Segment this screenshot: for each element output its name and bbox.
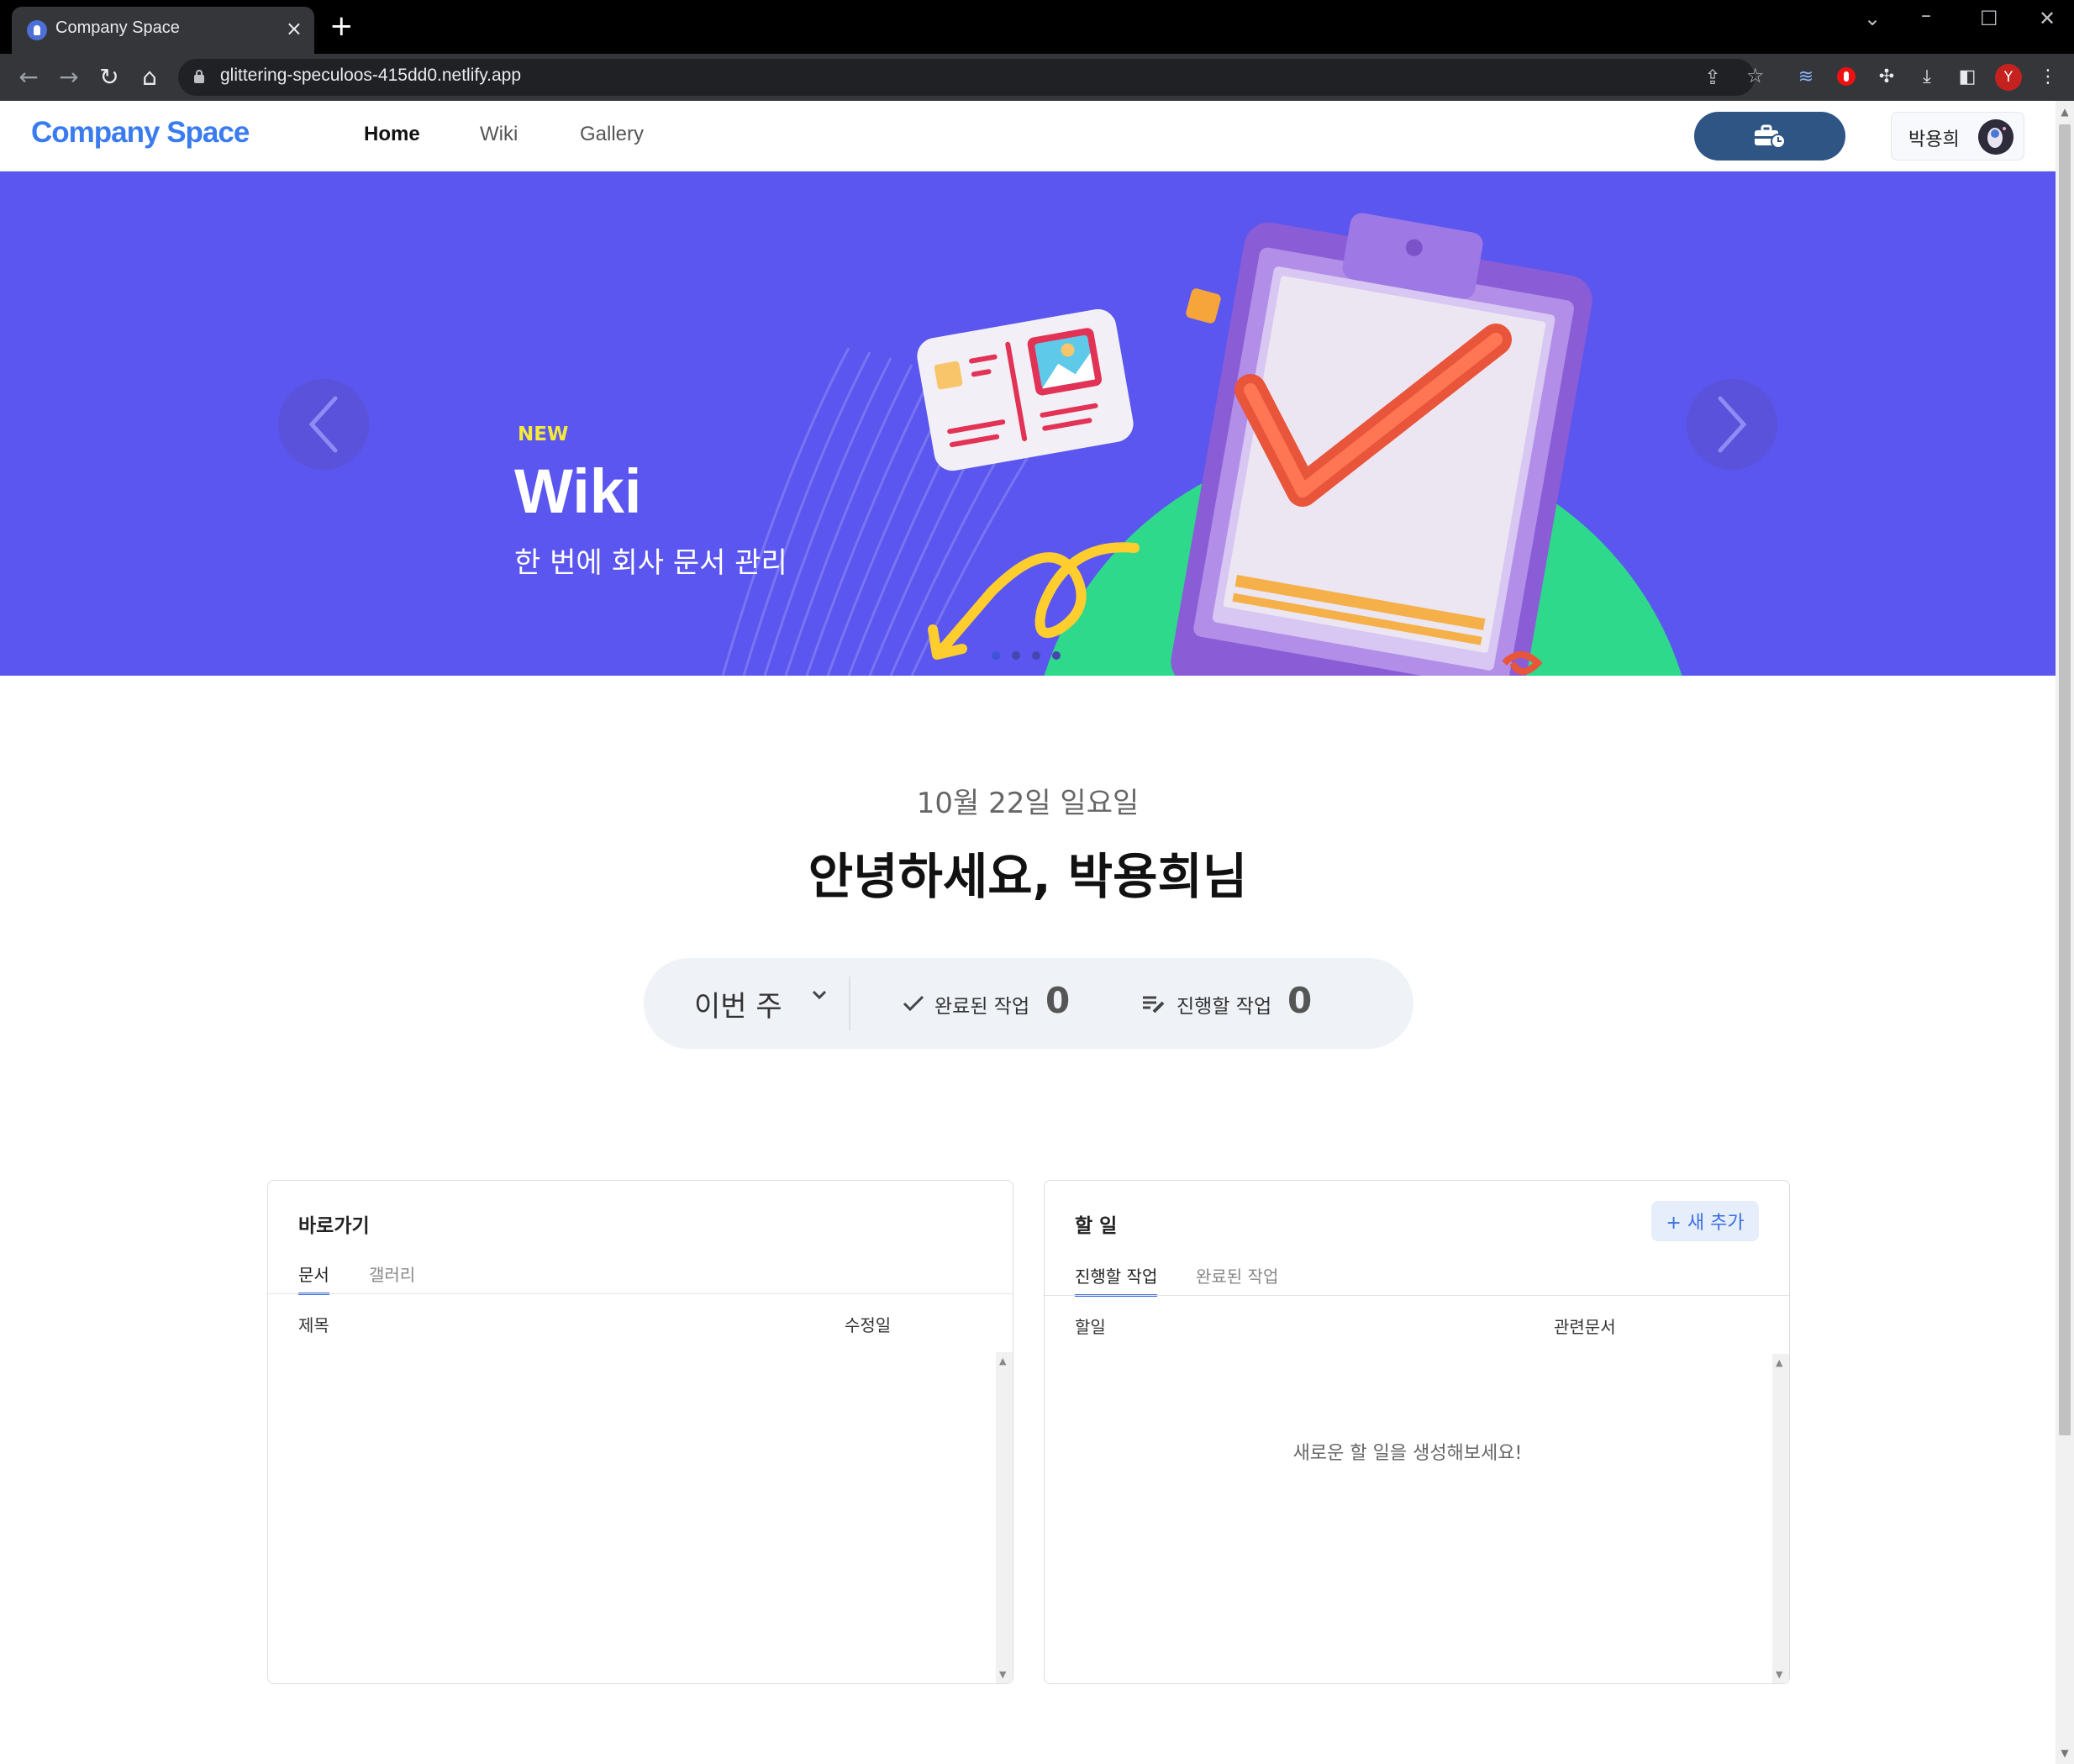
extension-wave-icon[interactable]: ≋ xyxy=(1793,64,1819,89)
browser-tabstrip: Company Space × + ⌄ – ☐ ✕ xyxy=(0,0,2074,54)
new-tab-icon[interactable]: + xyxy=(329,12,354,40)
user-name: 박용희 xyxy=(1908,129,1960,150)
hero-subtitle: 한 번에 회사 문서 관리 xyxy=(514,546,787,580)
column-related-doc: 관련문서 xyxy=(1554,1317,1616,1337)
profile-avatar[interactable]: Y xyxy=(1995,64,2022,91)
work-status-button[interactable] xyxy=(1694,112,1845,161)
carousel-dot[interactable] xyxy=(1032,651,1040,660)
tab-completed[interactable]: 완료된 작업 xyxy=(1196,1263,1278,1294)
chevron-right-icon xyxy=(1718,396,1747,453)
period-select[interactable]: 이번 주 xyxy=(694,983,782,1024)
site-header: Company Space Home Wiki Gallery 박용희 xyxy=(0,101,2056,171)
greeting-message: 안녕하세요, 박용희님 xyxy=(808,848,1248,905)
carousel-dot[interactable] xyxy=(992,651,1000,660)
bookmark-star-icon[interactable]: ☆ xyxy=(1746,64,1765,87)
download-icon[interactable]: ⤓ xyxy=(1914,64,1940,89)
menu-kebab-icon[interactable]: ⋮ xyxy=(2035,64,2061,89)
nav-home[interactable]: Home xyxy=(364,123,420,146)
scroll-down-icon[interactable]: ▼ xyxy=(2060,1747,2070,1759)
home-icon[interactable]: ⌂ xyxy=(134,62,165,92)
edit-list-icon xyxy=(1143,996,1165,1014)
check-icon xyxy=(903,995,924,1012)
card-title: 할 일 xyxy=(1075,1215,1118,1237)
scroll-up-icon[interactable]: ▲ xyxy=(1776,1357,1782,1368)
completed-label: 완료된 작업 xyxy=(934,996,1030,1018)
browser-tab[interactable]: Company Space × xyxy=(12,7,314,54)
user-menu[interactable]: 박용희 xyxy=(1891,112,2024,161)
chevron-left-icon xyxy=(308,396,338,453)
completed-count: 0 xyxy=(1045,980,1071,1021)
divider xyxy=(1045,1295,1789,1296)
nav-wiki[interactable]: Wiki xyxy=(480,123,518,146)
scroll-down-icon[interactable]: ▼ xyxy=(999,1669,1006,1680)
page-viewport: Company Space Home Wiki Gallery 박용희 NEW … xyxy=(0,101,2056,1764)
tab-todo[interactable]: 진행할 작업 xyxy=(1075,1263,1158,1297)
weekly-stats-bar: 이번 주 완료된 작업 0 진행할 작업 0 xyxy=(644,958,1413,1049)
scroll-up-icon[interactable]: ▲ xyxy=(999,1356,1006,1366)
lock-icon xyxy=(194,70,204,83)
browser-toolbar: ← → ↻ ⌂ glittering-speculoos-415dd0.netl… xyxy=(0,54,2074,101)
chevron-down-icon[interactable] xyxy=(812,990,827,1000)
empty-state-message: 새로운 할 일을 생성해보세요! xyxy=(1292,1443,1523,1464)
hero-carousel: NEW Wiki 한 번에 회사 문서 관리 xyxy=(0,171,2056,676)
back-icon[interactable]: ← xyxy=(13,62,44,92)
scrollbar-thumb[interactable] xyxy=(2059,124,2071,1435)
scroll-up-icon[interactable]: ▲ xyxy=(2060,106,2070,118)
tab-documents[interactable]: 문서 xyxy=(298,1261,329,1295)
minimize-icon[interactable]: – xyxy=(1921,3,1931,27)
page-scrollbar[interactable]: ▲ ▼ xyxy=(2056,101,2074,1764)
tab-title: Company Space xyxy=(55,18,180,37)
forward-icon[interactable]: → xyxy=(54,62,84,92)
carousel-next-button[interactable] xyxy=(1687,379,1777,470)
close-tab-icon[interactable]: × xyxy=(286,17,303,40)
scroll-down-icon[interactable]: ▼ xyxy=(1776,1669,1782,1680)
column-title: 제목 xyxy=(298,1315,329,1335)
nav-gallery[interactable]: Gallery xyxy=(580,123,644,146)
column-todo: 할일 xyxy=(1075,1317,1106,1337)
close-window-icon[interactable]: ✕ xyxy=(2039,7,2056,30)
card-title: 바로가기 xyxy=(298,1215,370,1237)
shortcuts-card: 바로가기 문서 갤러리 제목 수정일 ▲ ▼ xyxy=(267,1180,1013,1684)
hero-title: Wiki xyxy=(514,456,642,526)
carousel-dot[interactable] xyxy=(1052,651,1061,660)
todo-count: 0 xyxy=(1287,980,1313,1021)
carousel-prev-button[interactable] xyxy=(278,379,369,470)
divider xyxy=(268,1293,1013,1294)
astronaut-avatar-icon xyxy=(1978,119,2013,155)
carousel-dot[interactable] xyxy=(1012,651,1020,660)
list-scrollbar[interactable]: ▲ ▼ xyxy=(1772,1354,1789,1683)
url-text: glittering-speculoos-415dd0.netlify.app xyxy=(220,66,522,85)
today-date: 10월 22일 일요일 xyxy=(916,787,1140,820)
todo-label: 진행할 작업 xyxy=(1176,996,1272,1018)
site-favicon-icon xyxy=(27,20,47,40)
tab-gallery[interactable]: 갤러리 xyxy=(369,1261,415,1293)
todos-card: 할 일 + 새 추가 진행할 작업 완료된 작업 할일 관련문서 새로운 할 일… xyxy=(1044,1180,1790,1684)
hero-badge: NEW xyxy=(518,424,569,445)
carousel-dots xyxy=(992,651,1061,660)
extension-shield-icon[interactable] xyxy=(1834,64,1859,89)
maximize-icon[interactable]: ☐ xyxy=(1980,7,1998,30)
reload-icon[interactable]: ↻ xyxy=(94,62,124,92)
site-logo[interactable]: Company Space xyxy=(31,116,250,150)
extensions-puzzle-icon[interactable]: ✣ xyxy=(1874,64,1899,89)
side-panel-icon[interactable]: ◧ xyxy=(1955,64,1980,89)
add-todo-button[interactable]: + 새 추가 xyxy=(1651,1201,1759,1241)
tab-search-icon[interactable]: ⌄ xyxy=(1864,7,1881,30)
column-modified-date: 수정일 xyxy=(845,1315,892,1335)
avatar xyxy=(1978,119,2013,155)
briefcase-clock-icon xyxy=(1755,124,1786,149)
stats-divider xyxy=(849,977,850,1030)
list-scrollbar[interactable]: ▲ ▼ xyxy=(996,1352,1013,1683)
share-icon[interactable]: ⇪ xyxy=(1704,66,1721,89)
address-bar[interactable]: glittering-speculoos-415dd0.netlify.app … xyxy=(178,59,1765,96)
